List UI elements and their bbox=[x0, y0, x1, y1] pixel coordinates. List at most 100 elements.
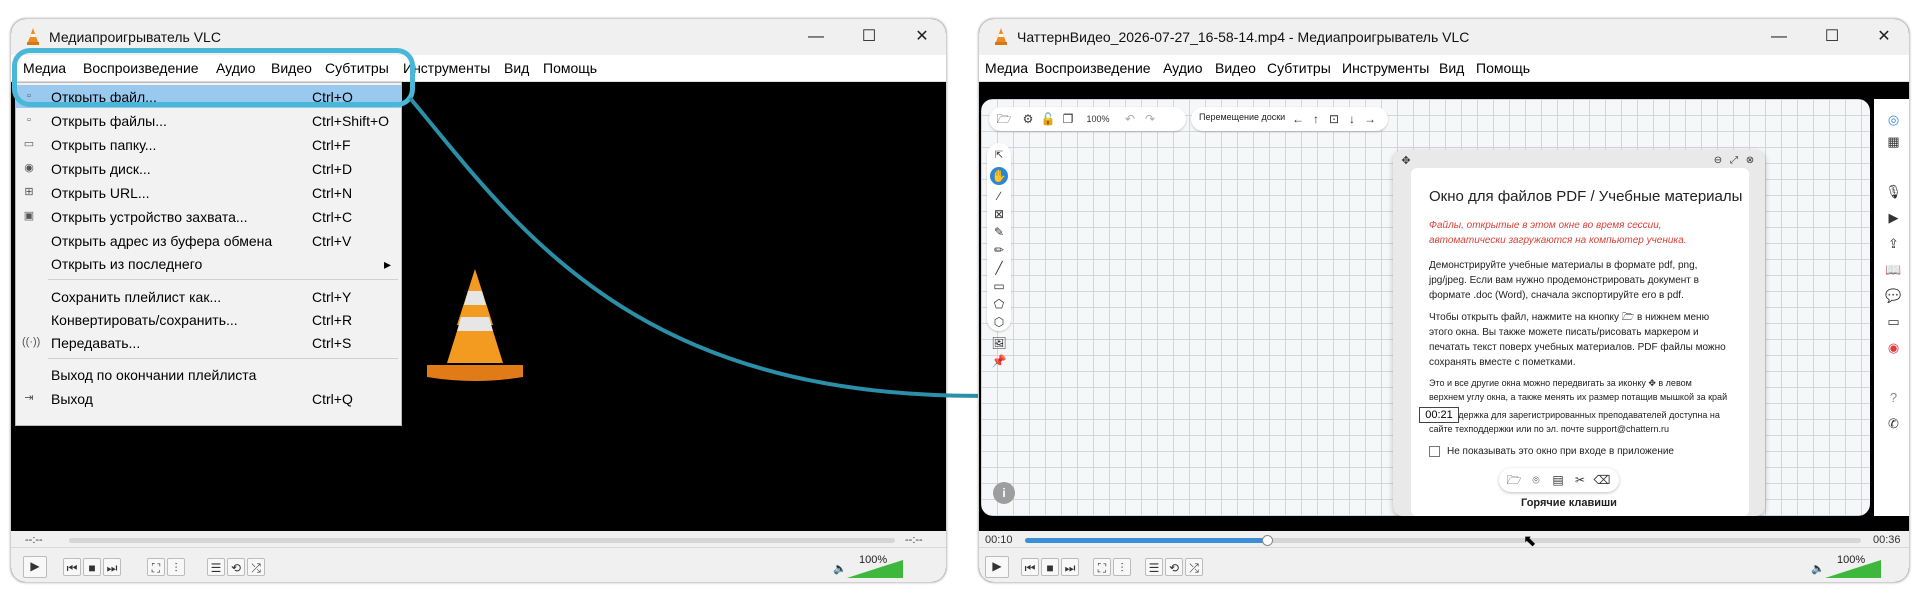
close-button[interactable]: ✕ bbox=[897, 19, 946, 55]
menu-subtitles[interactable]: Субтитры bbox=[1267, 60, 1331, 76]
equalizer-icon[interactable]: ⫶ bbox=[167, 558, 185, 576]
play-button[interactable]: ▶ bbox=[985, 556, 1009, 578]
stop-icon[interactable]: ■ bbox=[1041, 558, 1059, 576]
menu-item-stream[interactable]: ((·)) Передавать... Ctrl+S bbox=[16, 331, 401, 354]
next-icon[interactable]: ⏭ bbox=[103, 558, 121, 576]
video-area[interactable]: 🗁 ⚙ 🔓 ❐ 100% ↶ ↷ Перемещение доски ← ↑ ⊡… bbox=[979, 82, 1909, 547]
arrow-down-icon[interactable]: ↓ bbox=[1343, 110, 1361, 128]
pencil-icon[interactable]: ✏ bbox=[990, 241, 1008, 259]
rectangle-icon[interactable]: ▭ bbox=[990, 277, 1008, 295]
menu-item-save-playlist[interactable]: Сохранить плейлист как... Ctrl+Y bbox=[16, 285, 401, 308]
menu-video[interactable]: Видео bbox=[1215, 60, 1256, 76]
volume-slider[interactable] bbox=[847, 560, 903, 578]
loop-icon[interactable]: ⟲ bbox=[1165, 558, 1183, 576]
polygon-icon[interactable]: ⬠ bbox=[990, 295, 1008, 313]
select-icon[interactable]: ⇱ bbox=[990, 147, 1008, 165]
menu-item-open-folder[interactable]: ▭ Открыть папку... Ctrl+F bbox=[16, 133, 401, 156]
undo-icon[interactable]: ↶ bbox=[1121, 110, 1139, 128]
maximize-button[interactable]: ☐ bbox=[1807, 19, 1857, 55]
menu-tools[interactable]: Инструменты bbox=[403, 60, 490, 76]
playlist-icon[interactable]: ☰ bbox=[1145, 558, 1163, 576]
camera-icon[interactable]: ⌾ bbox=[1527, 471, 1545, 489]
camera-video-icon[interactable]: ▶ bbox=[1885, 209, 1902, 226]
menu-item-open-clipboard[interactable]: Открыть адрес из буфера обмена Ctrl+V bbox=[16, 229, 401, 252]
playlist-icon[interactable]: ☰ bbox=[207, 558, 225, 576]
fit-icon[interactable]: ⊡ bbox=[1325, 110, 1343, 128]
menu-help[interactable]: Помощь bbox=[543, 60, 597, 76]
screen-icon[interactable]: ▭ bbox=[1885, 313, 1902, 330]
seek-bar[interactable] bbox=[69, 538, 895, 543]
crop-icon[interactable]: ⊠ bbox=[990, 205, 1008, 223]
stop-icon[interactable]: ■ bbox=[83, 558, 101, 576]
pin-icon[interactable]: 📌 bbox=[990, 352, 1008, 370]
layers-icon[interactable]: ❐ bbox=[1059, 110, 1077, 128]
line-icon[interactable]: ╱ bbox=[990, 259, 1008, 277]
menu-item-quit[interactable]: ⇥ Выход Ctrl+Q bbox=[16, 387, 401, 410]
arrow-up-icon[interactable]: ↑ bbox=[1307, 110, 1325, 128]
play-button[interactable]: ▶ bbox=[23, 556, 47, 578]
dont-show-checkbox[interactable] bbox=[1429, 446, 1440, 457]
maximize-button[interactable]: ☐ bbox=[844, 19, 894, 55]
title-bar[interactable]: ЧаттернВидео_2026-07-27_16-58-14.mp4 - М… bbox=[979, 19, 1909, 55]
menu-item-open-recent[interactable]: Открыть из последнего ▸ bbox=[16, 252, 401, 275]
chat-icon[interactable]: 💬 bbox=[1885, 287, 1902, 304]
menu-tools[interactable]: Инструменты bbox=[1342, 60, 1429, 76]
minimize-button[interactable]: — bbox=[1754, 19, 1804, 55]
menu-item-open-disc[interactable]: ◉ Открыть диск... Ctrl+D bbox=[16, 157, 401, 180]
menu-item-open-url[interactable]: ⊞ Открыть URL... Ctrl+N bbox=[16, 181, 401, 204]
fullscreen-icon[interactable]: ⛶ bbox=[1093, 558, 1111, 576]
shuffle-icon[interactable]: ⤮ bbox=[1185, 558, 1203, 576]
settings-icon[interactable]: ⚙ bbox=[1019, 110, 1037, 128]
menu-item-open-files[interactable]: ▫ Открыть файлы... Ctrl+Shift+O bbox=[16, 109, 401, 132]
arrow-right-icon[interactable]: → bbox=[1361, 110, 1379, 128]
previous-icon[interactable]: ⏮ bbox=[1021, 558, 1039, 576]
loop-icon[interactable]: ⟲ bbox=[227, 558, 245, 576]
share-icon[interactable]: ⇪ bbox=[1885, 235, 1902, 252]
menu-help[interactable]: Помощь bbox=[1476, 60, 1530, 76]
menu-view[interactable]: Вид bbox=[504, 60, 529, 76]
previous-icon[interactable]: ⏮ bbox=[63, 558, 81, 576]
menu-audio[interactable]: Аудио bbox=[1163, 60, 1203, 76]
document-icon[interactable]: ▤ bbox=[1549, 471, 1567, 489]
pen-icon[interactable]: ∕ bbox=[990, 187, 1008, 205]
lock-icon[interactable]: 🔓 bbox=[1039, 110, 1057, 128]
volume-control[interactable]: 🔈 100% bbox=[833, 554, 903, 578]
arrow-left-icon[interactable]: ← bbox=[1289, 110, 1307, 128]
menu-item-quit-at-end[interactable]: Выход по окончании плейлиста bbox=[16, 363, 401, 386]
grid-icon[interactable]: ▦ bbox=[1885, 133, 1902, 150]
hand-icon[interactable]: ✋ bbox=[990, 167, 1008, 185]
volume-control[interactable]: 🔈 100% bbox=[1811, 554, 1881, 578]
cube-icon[interactable]: ⬡ bbox=[990, 313, 1008, 331]
phone-icon[interactable]: ✆ bbox=[1885, 415, 1902, 432]
book-icon[interactable]: 📖 bbox=[1885, 261, 1902, 278]
info-icon[interactable]: i bbox=[993, 482, 1015, 504]
menu-playback[interactable]: Воспроизведение bbox=[1035, 60, 1151, 76]
eraser-icon[interactable]: ⌫ bbox=[1593, 471, 1611, 489]
equalizer-icon[interactable]: ⫶ bbox=[1113, 558, 1131, 576]
open-folder-icon[interactable]: 🗁 bbox=[995, 110, 1013, 128]
redo-icon[interactable]: ↷ bbox=[1141, 110, 1159, 128]
whiteboard[interactable]: 🗁 ⚙ 🔓 ❐ 100% ↶ ↷ Перемещение доски ← ↑ ⊡… bbox=[981, 99, 1870, 516]
menu-media[interactable]: Медиа bbox=[985, 60, 1028, 76]
tools-icon[interactable]: ✂ bbox=[1571, 471, 1589, 489]
record-icon[interactable]: ◉ bbox=[1885, 339, 1902, 356]
next-icon[interactable]: ⏭ bbox=[1061, 558, 1079, 576]
seek-handle[interactable] bbox=[1262, 535, 1274, 546]
zoom-level[interactable]: 100% bbox=[1081, 110, 1115, 128]
close-button[interactable]: ✕ bbox=[1859, 19, 1909, 55]
image-icon[interactable]: 🖼 bbox=[990, 334, 1008, 352]
help-circle-icon[interactable]: ◎ bbox=[1885, 111, 1902, 128]
move-handle-icon[interactable]: ✥ bbox=[1397, 152, 1415, 170]
mic-off-icon[interactable]: 🎙 bbox=[1885, 183, 1902, 200]
shuffle-icon[interactable]: ⤮ bbox=[247, 558, 265, 576]
menu-view[interactable]: Вид bbox=[1439, 60, 1464, 76]
menu-item-open-capture[interactable]: ▣ Открыть устройство захвата... Ctrl+C bbox=[16, 205, 401, 228]
open-folder-icon[interactable]: 🗁 bbox=[1505, 471, 1523, 489]
seek-bar[interactable] bbox=[1025, 535, 1861, 546]
marker-icon[interactable]: ✎ bbox=[990, 223, 1008, 241]
question-icon[interactable]: ? bbox=[1885, 389, 1902, 406]
fullscreen-icon[interactable]: ⛶ bbox=[147, 558, 165, 576]
volume-slider[interactable] bbox=[1825, 560, 1881, 578]
menu-item-convert[interactable]: Конвертировать/сохранить... Ctrl+R bbox=[16, 308, 401, 331]
minimize-button[interactable]: — bbox=[791, 19, 841, 55]
